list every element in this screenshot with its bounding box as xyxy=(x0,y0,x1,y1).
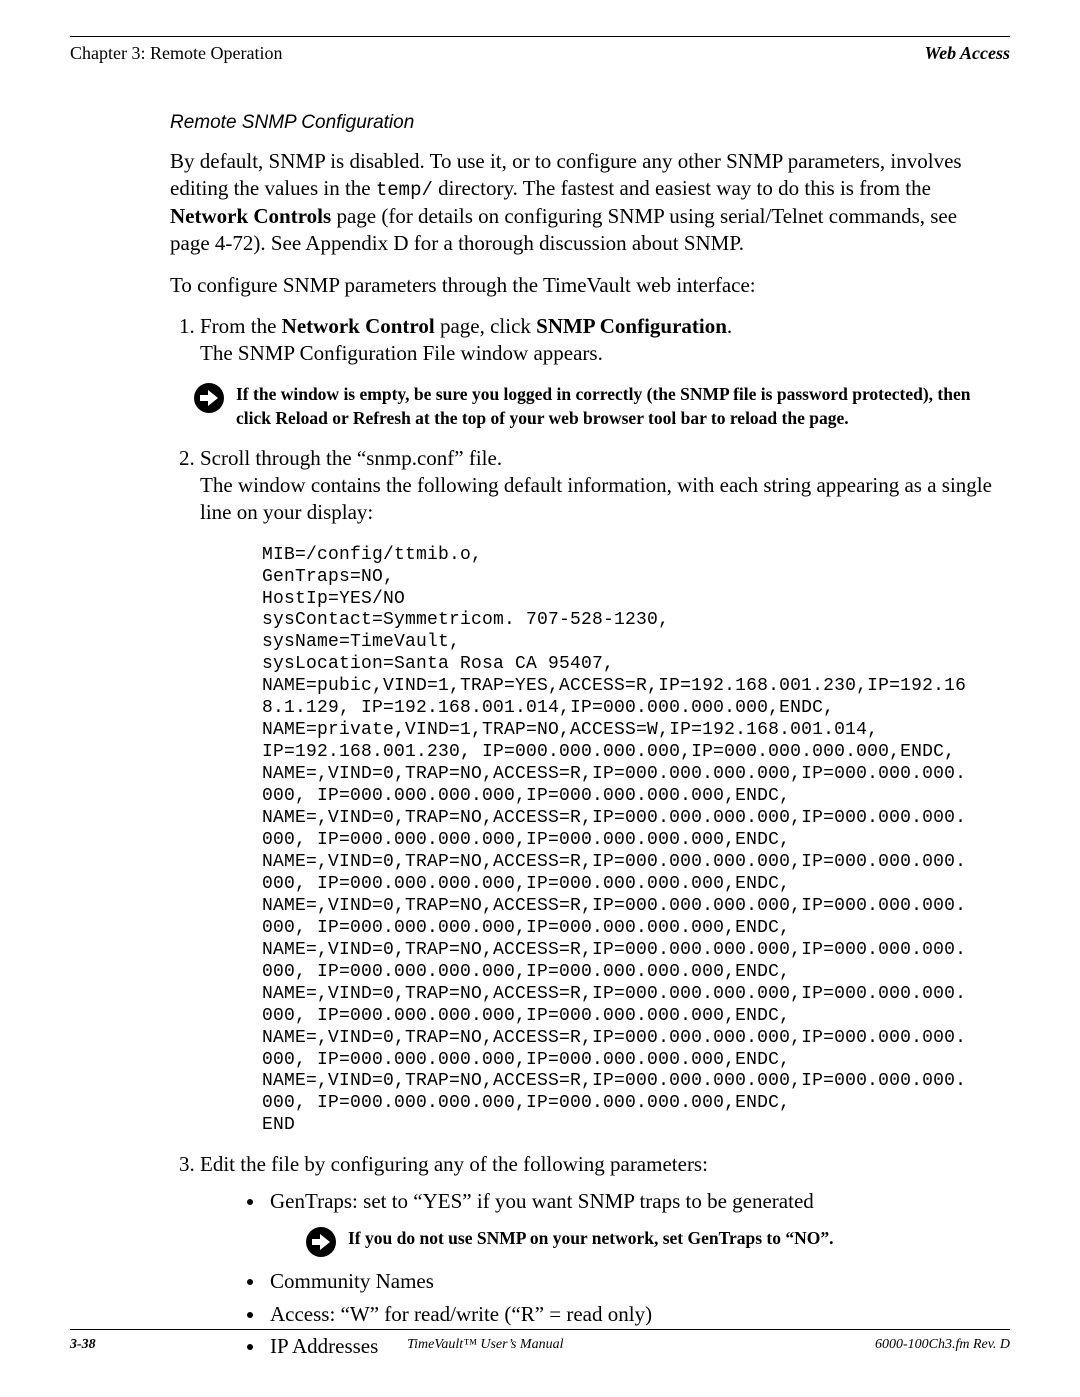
step-2: Scroll through the “snmp.conf” file. The… xyxy=(200,445,1000,1138)
arrow-right-icon xyxy=(194,383,224,413)
p1-code: temp/ xyxy=(376,179,433,201)
footer-rev: 6000-100Ch3.fm Rev. D xyxy=(875,1337,1010,1353)
section-heading: Remote SNMP Configuration xyxy=(170,112,1000,134)
note-2: If you do not use SNMP on your network, … xyxy=(306,1225,1000,1257)
s3-line1: Edit the file by configuring any of the … xyxy=(200,1152,708,1176)
note-1: If the window is empty, be sure you logg… xyxy=(194,381,1000,430)
intro-paragraph-2: To configure SNMP parameters through the… xyxy=(170,272,1000,299)
steps-list: From the Network Control page, click SNM… xyxy=(170,313,1000,1363)
s1-bold-2: SNMP Configuration xyxy=(536,314,727,338)
footer-title: TimeVault™ User’s Manual xyxy=(96,1337,875,1353)
s2-line1: Scroll through the “snmp.conf” file. xyxy=(200,446,502,470)
snmp-conf-block: MIB=/config/ttmib.o, GenTraps=NO, HostIp… xyxy=(262,545,1000,1138)
s1-bold-1: Network Control xyxy=(282,314,435,338)
content-area: Remote SNMP Configuration By default, SN… xyxy=(70,112,1010,1363)
s1-c: page, click xyxy=(435,314,536,338)
s1-line2: The SNMP Configuration File window appea… xyxy=(200,341,603,365)
arrow-right-icon xyxy=(306,1227,336,1257)
rule-bottom xyxy=(70,1329,1010,1330)
running-header: Chapter 3: Remote Operation Web Access xyxy=(70,43,1010,64)
p1-bold: Network Controls xyxy=(170,204,331,228)
note-2-text: If you do not use SNMP on your network, … xyxy=(348,1225,1000,1251)
header-right: Web Access xyxy=(925,43,1010,64)
bullet-gentraps-text: GenTraps: set to “YES” if you want SNMP … xyxy=(270,1189,814,1213)
p1-text-b: directory. The fastest and easiest way t… xyxy=(433,176,931,200)
step-1: From the Network Control page, click SNM… xyxy=(200,313,1000,431)
s2-line2: The window contains the following defaul… xyxy=(200,473,992,524)
s1-a: From the xyxy=(200,314,282,338)
bullet-gentraps: GenTraps: set to “YES” if you want SNMP … xyxy=(266,1185,1000,1258)
note-1-text: If the window is empty, be sure you logg… xyxy=(236,381,1000,430)
footer-page-number: 3-38 xyxy=(70,1337,96,1353)
s1-d: . xyxy=(727,314,732,338)
bullet-community: Community Names xyxy=(266,1265,1000,1298)
intro-paragraph-1: By default, SNMP is disabled. To use it,… xyxy=(170,148,1000,258)
page-footer: 3-38 TimeVault™ User’s Manual 6000-100Ch… xyxy=(70,1329,1010,1353)
header-left: Chapter 3: Remote Operation xyxy=(70,43,282,64)
bullet-access: Access: “W” for read/write (“R” = read o… xyxy=(266,1298,1000,1331)
rule-top xyxy=(70,36,1010,37)
